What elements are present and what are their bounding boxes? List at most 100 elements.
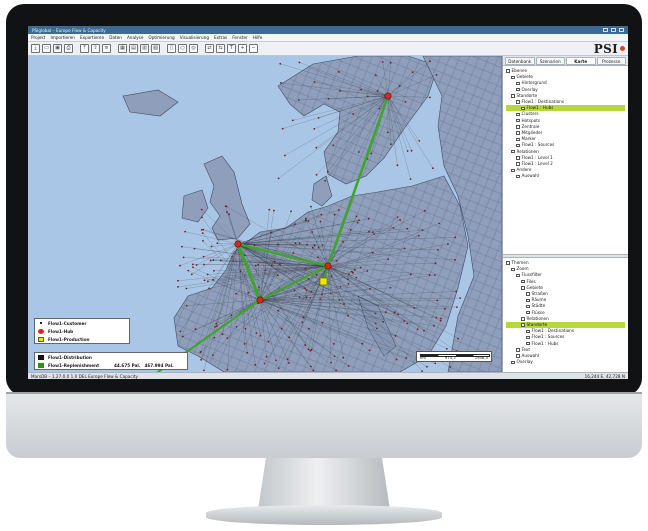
checkbox-icon[interactable] [526,310,530,315]
close-icon[interactable] [619,28,624,32]
checkbox-icon[interactable] [511,94,515,98]
checkbox-icon[interactable] [516,81,520,86]
upload-icon[interactable]: ⤒ [80,44,89,53]
customer-point [310,365,312,368]
menu-item-9[interactable]: Hilfe [253,35,263,40]
checkbox-icon[interactable] [516,348,520,352]
checkbox-icon[interactable] [516,131,520,135]
checkbox-icon[interactable] [516,125,520,129]
customer-point [209,259,212,262]
checkbox-icon[interactable] [516,354,520,358]
layers-icon[interactable]: ≡ [102,44,111,53]
checkbox-icon[interactable] [526,298,530,303]
square-swatch-icon [38,336,44,342]
menu-item-7[interactable]: Extras [214,35,227,40]
minimize-icon[interactable] [603,28,608,32]
checkbox-icon[interactable] [526,335,530,340]
zoom-in-icon[interactable]: + [238,44,247,53]
download-icon[interactable]: ⤓ [31,44,40,53]
table-icon[interactable]: ▦ [118,44,127,53]
hub-marker-central[interactable] [324,262,332,270]
checkbox-icon[interactable] [516,143,520,148]
checkbox-icon[interactable] [506,69,510,73]
customer-point [284,154,286,157]
customer-point [281,127,284,130]
legend-entry: Flow1-Hub [35,327,129,335]
customer-point [279,62,282,65]
menu-item-6[interactable]: Visualisierung [180,35,209,40]
export-icon[interactable]: ⇪ [91,44,100,53]
network-icon[interactable]: ⇆ [216,44,225,53]
hub-marker-scandinavia[interactable] [384,92,392,100]
legend-label: Flow1-Customer [48,320,87,326]
checkbox-icon[interactable] [516,174,520,179]
tree-item[interactable]: Overlay [506,359,625,365]
customer-point [327,97,330,100]
checkbox-icon[interactable] [526,329,530,334]
menu-item-0[interactable]: Projekt [31,35,45,40]
chart-icon[interactable]: ▧ [151,44,160,53]
print-icon[interactable]: ⎙ [64,44,73,53]
tab-1[interactable]: Szenarien [535,57,565,65]
hub-marker-west[interactable] [234,240,242,248]
customer-point [396,216,399,219]
menu-item-2[interactable]: Exportieren [80,35,104,40]
customer-point [277,243,279,246]
maximize-icon[interactable] [611,28,616,32]
checkbox-icon[interactable] [516,87,520,92]
menu-item-4[interactable]: Analyse [127,35,143,40]
checkbox-icon[interactable] [526,341,530,346]
checkbox-icon[interactable] [526,292,530,296]
customer-point [215,322,218,325]
checkbox-icon[interactable] [521,323,525,327]
checkbox-icon[interactable] [521,106,525,111]
tab-0[interactable]: Datenbank [505,57,535,65]
menu-item-3[interactable]: Daten [109,35,122,40]
status-left: MarsDB – 1.27.0.0 1.0 DEL Europe Flow & … [31,373,138,379]
tree-item[interactable]: Auswahl [506,173,625,179]
checkbox-icon[interactable] [521,317,525,321]
map-view[interactable]: Flow1-Customer Flow1-Hub Flow1-Production … [28,56,502,372]
checkbox-icon[interactable] [516,273,520,278]
document-icon[interactable]: ▯ [167,44,176,53]
customer-point [273,209,275,212]
checkbox-icon[interactable] [521,286,525,290]
customer-point [290,210,292,213]
checkbox-icon[interactable] [526,304,530,309]
checkbox-icon[interactable] [511,149,515,154]
checkbox-icon[interactable] [516,162,520,166]
grid-icon[interactable]: ▤ [129,44,138,53]
tab-2[interactable]: Karte [566,57,596,65]
checkbox-icon[interactable] [511,168,515,173]
checkbox-icon[interactable] [521,279,525,284]
production-site-marker[interactable] [319,277,328,286]
tab-3[interactable]: Prozesse [596,57,626,65]
checkbox-icon[interactable] [511,360,515,365]
customer-point [304,344,307,347]
save-icon[interactable]: ▣ [53,44,62,53]
checkbox-icon[interactable] [511,75,515,80]
customer-point [409,178,412,180]
filter-icon[interactable]: ▥ [140,44,149,53]
text-tool-icon[interactable]: T [227,44,236,53]
hub-marker-france[interactable] [256,296,264,304]
customer-point [367,217,370,220]
checkbox-icon[interactable] [516,112,520,117]
menu-item-8[interactable]: Fenster [232,35,248,40]
checkbox-icon[interactable] [516,156,520,160]
menu-item-5[interactable]: Optimierung [148,35,174,40]
checkbox-icon[interactable] [511,267,515,272]
title-bar: PSIglobal – Europe Flow & Capacity [28,26,628,34]
checkbox-icon[interactable] [506,261,510,265]
customer-point [433,324,435,327]
route-icon[interactable]: ⇄ [205,44,214,53]
open-folder-icon[interactable]: ▭ [42,44,51,53]
customer-point [366,95,369,98]
zoom-out-icon[interactable]: − [249,44,258,53]
zoom-area-icon[interactable]: ◎ [189,44,198,53]
menu-item-1[interactable]: Importieren [50,35,75,40]
checkbox-icon[interactable] [516,118,520,123]
zoom-icon[interactable]: ○ [178,44,187,53]
checkbox-icon[interactable] [516,137,520,142]
checkbox-icon[interactable] [516,100,520,104]
